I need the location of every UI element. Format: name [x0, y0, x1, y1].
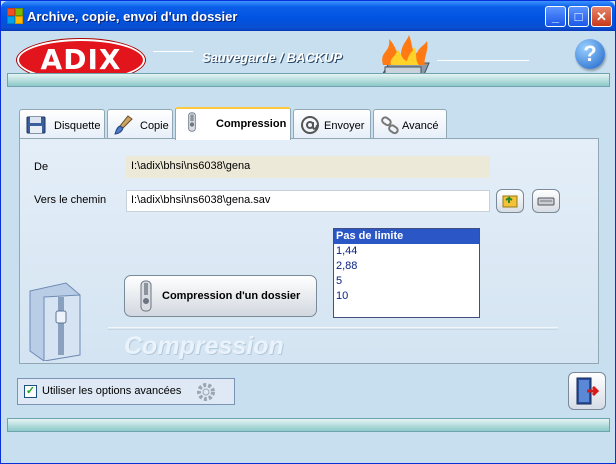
zip-icon — [140, 280, 152, 312]
from-field: I:\adix\bhsi\ns6038\gena — [126, 156, 490, 178]
tab-label: Envoyer — [324, 120, 365, 132]
banner-line-right — [437, 60, 529, 61]
from-label: De — [34, 161, 49, 173]
keyboard-icon — [537, 197, 555, 206]
app-icon — [7, 8, 23, 24]
tab-compression[interactable]: Compression — [175, 107, 291, 140]
footer-band — [7, 418, 610, 432]
tab-label: Compression — [216, 118, 287, 130]
title-bar[interactable]: Archive, copie, envoi d'un dossier _ □ ✕ — [1, 1, 615, 31]
tab-label: Disquette — [54, 120, 101, 132]
compression-panel: De I:\adix\bhsi\ns6038\gena Vers le chem… — [19, 138, 599, 364]
tab-avance[interactable]: Avancé — [373, 109, 447, 139]
list-item[interactable]: 2,88 — [334, 259, 479, 274]
email-icon — [301, 116, 319, 134]
tab-disquette[interactable]: Disquette — [19, 109, 105, 139]
list-item[interactable]: 10 — [334, 289, 479, 304]
list-item[interactable]: Pas de limite — [334, 229, 479, 244]
compress-button-label: Compression d'un dossier — [162, 290, 301, 302]
banner-title: Sauvegarde / BACKUP — [202, 50, 343, 65]
section-watermark: Compression — [124, 332, 284, 360]
tab-envoyer[interactable]: Envoyer — [293, 109, 371, 139]
to-label: Vers le chemin — [34, 194, 107, 206]
header-band — [7, 73, 610, 87]
minimize-button[interactable]: _ — [545, 6, 566, 27]
browse-folder-button[interactable] — [496, 189, 524, 213]
main-window: Archive, copie, envoi d'un dossier _ □ ✕… — [0, 0, 616, 464]
list-item[interactable]: 1,44 — [334, 244, 479, 259]
to-path-input[interactable]: I:\adix\bhsi\ns6038\gena.sav — [126, 190, 490, 212]
exit-door-icon — [576, 377, 600, 405]
window-title: Archive, copie, envoi d'un dossier — [27, 9, 238, 24]
list-item[interactable]: 5 — [334, 274, 479, 289]
banner-line-left — [153, 51, 193, 52]
divider — [108, 327, 558, 330]
tab-label: Copie — [140, 120, 169, 132]
exit-button[interactable] — [568, 372, 606, 410]
chain-icon — [381, 116, 399, 135]
zipped-folder-icon — [29, 282, 81, 361]
help-icon[interactable]: ? — [575, 39, 605, 69]
compress-folder-button[interactable]: Compression d'un dossier — [124, 275, 317, 317]
gear-icon — [197, 383, 215, 401]
size-limit-listbox[interactable]: Pas de limite 1,44 2,88 5 10 — [333, 228, 480, 318]
advanced-options-checkbox[interactable]: ✓ — [24, 385, 37, 398]
folder-up-icon — [502, 195, 518, 208]
brush-icon — [114, 115, 133, 135]
tab-label: Avancé — [402, 120, 439, 132]
close-button[interactable]: ✕ — [591, 6, 612, 27]
zip-icon — [188, 112, 196, 132]
tab-copie[interactable]: Copie — [107, 109, 173, 139]
maximize-button[interactable]: □ — [568, 6, 589, 27]
advanced-options-box[interactable]: ✓ Utiliser les options avancées — [17, 378, 235, 405]
floppy-icon — [26, 116, 46, 134]
keyboard-button[interactable] — [532, 189, 560, 213]
advanced-options-label[interactable]: Utiliser les options avancées — [42, 385, 181, 397]
